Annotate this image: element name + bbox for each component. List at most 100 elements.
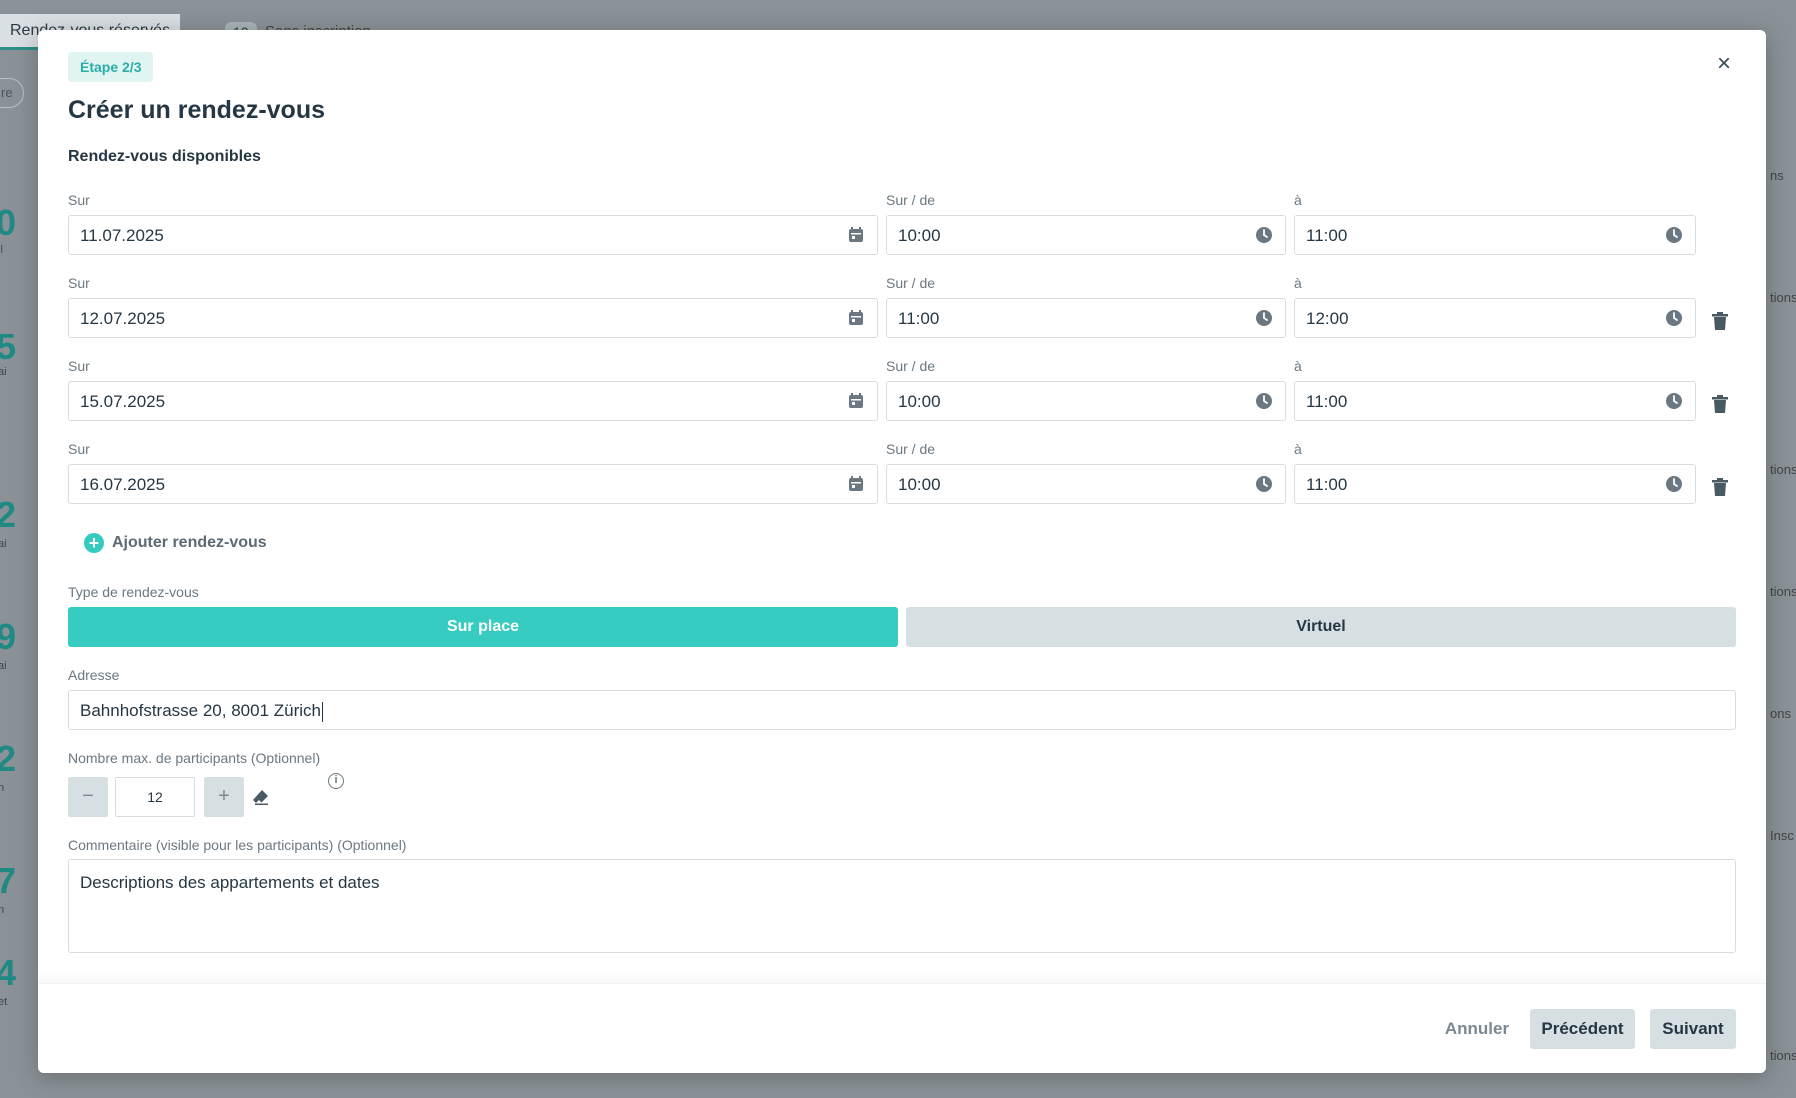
from-label: Sur / de — [886, 441, 936, 457]
type-label: Type de rendez-vous — [68, 584, 199, 600]
comment-value: Descriptions des appartements et dates — [80, 873, 380, 892]
date-label: Sur — [68, 192, 90, 208]
clock-icon[interactable] — [1255, 309, 1273, 327]
create-appointment-modal: Étape 2/3 × Créer un rendez-vous Rendez-… — [38, 30, 1766, 1073]
text-caret — [321, 701, 323, 722]
trash-icon[interactable] — [1711, 311, 1729, 331]
increment-button[interactable]: + — [204, 777, 244, 817]
comment-label: Commentaire (visible pour les participan… — [68, 837, 407, 853]
modal-footer: Annuler Précédent Suivant — [38, 983, 1766, 1073]
add-appointment-label: Ajouter rendez-vous — [112, 534, 267, 551]
time-from-value: 10:00 — [898, 226, 941, 245]
step-badge: Étape 2/3 — [68, 52, 154, 82]
background-stat-value: 2 — [0, 494, 17, 535]
clock-icon[interactable] — [1665, 475, 1683, 493]
calendar-icon[interactable] — [847, 392, 865, 410]
background-stat-value: 4 — [0, 952, 17, 993]
add-appointment-button[interactable]: + Ajouter rendez-vous — [84, 533, 267, 553]
decrement-button[interactable]: − — [68, 777, 108, 817]
plus-circle-icon: + — [84, 533, 104, 553]
background-stat-label: n — [0, 782, 5, 794]
calendar-icon[interactable] — [847, 226, 865, 244]
background-stat-value: 5 — [0, 326, 17, 367]
time-from-value: 10:00 — [898, 475, 941, 494]
time-to-input[interactable]: 11:00 — [1294, 464, 1696, 504]
background-right-label: ns — [1770, 168, 1784, 183]
next-button[interactable]: Suivant — [1650, 1009, 1736, 1049]
background-stat-label: il — [0, 244, 3, 256]
clock-icon[interactable] — [1255, 475, 1273, 493]
from-label: Sur / de — [886, 275, 936, 291]
section-title: Rendez-vous disponibles — [68, 148, 261, 165]
date-value: 12.07.2025 — [80, 309, 166, 328]
background-filter: re — [0, 78, 24, 108]
from-label: Sur / de — [886, 192, 936, 208]
time-to-value: 11:00 — [1306, 226, 1348, 245]
background-right-label: Insc — [1770, 828, 1794, 843]
background-stat-value: 2 — [0, 738, 17, 779]
clock-icon[interactable] — [1665, 226, 1683, 244]
calendar-icon[interactable] — [847, 309, 865, 327]
background-stat-label: n — [0, 904, 5, 916]
time-to-input[interactable]: 11:00 — [1294, 381, 1696, 421]
time-to-value: 12:00 — [1306, 309, 1349, 328]
background-stat-value: 7 — [0, 860, 17, 901]
max-participants-input[interactable]: 12 — [115, 777, 195, 817]
to-label: à — [1294, 192, 1302, 208]
background-right-label: tions — [1770, 462, 1796, 477]
address-input[interactable]: Bahnhofstrasse 20, 8001 Zürich — [68, 690, 1736, 730]
trash-icon[interactable] — [1711, 477, 1729, 497]
date-input[interactable]: 12.07.2025 — [68, 298, 878, 338]
info-icon[interactable]: i — [328, 773, 344, 789]
calendar-icon[interactable] — [847, 475, 865, 493]
date-value: 15.07.2025 — [80, 392, 166, 411]
clock-icon[interactable] — [1255, 392, 1273, 410]
time-to-input[interactable]: 11:00 — [1294, 215, 1696, 255]
close-button[interactable]: × — [1712, 52, 1736, 78]
date-value: 11.07.2025 — [80, 226, 164, 245]
time-from-input[interactable]: 11:00 — [886, 298, 1286, 338]
date-value: 16.07.2025 — [80, 475, 166, 494]
background-right-label: tions — [1770, 290, 1796, 305]
clock-icon[interactable] — [1255, 226, 1273, 244]
background-stat-value: 0 — [0, 202, 17, 243]
time-from-input[interactable]: 10:00 — [886, 381, 1286, 421]
time-to-value: 11:00 — [1306, 475, 1348, 494]
time-from-value: 11:00 — [898, 309, 940, 328]
previous-button[interactable]: Précédent — [1530, 1009, 1635, 1049]
max-participants-label: Nombre max. de participants (Optionnel) — [68, 750, 321, 766]
background-stat-label: ai — [0, 660, 7, 672]
to-label: à — [1294, 275, 1302, 291]
clock-icon[interactable] — [1665, 309, 1683, 327]
cancel-button[interactable]: Annuler — [1431, 1009, 1523, 1049]
date-input[interactable]: 11.07.2025 — [68, 215, 878, 255]
date-input[interactable]: 15.07.2025 — [68, 381, 878, 421]
background-stat-label: ai — [0, 366, 7, 378]
background-right-label: ons — [1770, 706, 1791, 721]
comment-textarea[interactable]: Descriptions des appartements et dates — [68, 859, 1736, 953]
date-label: Sur — [68, 441, 90, 457]
background-stat-value: 9 — [0, 616, 17, 657]
trash-icon[interactable] — [1711, 394, 1729, 414]
time-from-input[interactable]: 10:00 — [886, 215, 1286, 255]
to-label: à — [1294, 441, 1302, 457]
type-virtual-button[interactable]: Virtuel — [906, 607, 1736, 647]
time-to-value: 11:00 — [1306, 392, 1348, 411]
type-onsite-button[interactable]: Sur place — [68, 607, 898, 647]
time-from-input[interactable]: 10:00 — [886, 464, 1286, 504]
date-input[interactable]: 16.07.2025 — [68, 464, 878, 504]
background-right-label: tions — [1770, 1048, 1796, 1063]
eraser-icon[interactable] — [252, 788, 270, 806]
date-label: Sur — [68, 358, 90, 374]
address-value: Bahnhofstrasse 20, 8001 Zürich — [80, 701, 321, 720]
address-label: Adresse — [68, 667, 120, 683]
time-to-input[interactable]: 12:00 — [1294, 298, 1696, 338]
date-label: Sur — [68, 275, 90, 291]
clock-icon[interactable] — [1665, 392, 1683, 410]
background-stat-label: et — [0, 996, 8, 1008]
to-label: à — [1294, 358, 1302, 374]
background-stat-label: ai — [0, 538, 7, 550]
modal-title: Créer un rendez-vous — [68, 96, 326, 124]
from-label: Sur / de — [886, 358, 936, 374]
background-right-label: tions — [1770, 584, 1796, 599]
